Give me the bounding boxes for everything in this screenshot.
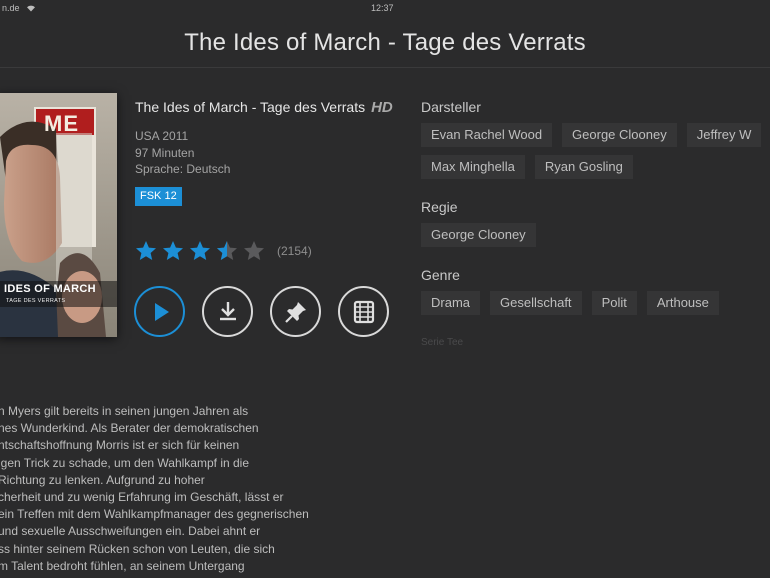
- description-line: und sexuelle Ausschweifungen ein. Dabei …: [0, 524, 261, 539]
- fsk-badge: FSK 12: [135, 186, 182, 206]
- movie-meta: USA 2011 97 Minuten Sprache: Deutsch: [135, 128, 395, 178]
- movie-title-text: The Ides of March - Tage des Verrats: [135, 99, 366, 115]
- poster-headline: IDES OF MARCH: [4, 283, 96, 295]
- director-chip[interactable]: George Clooney: [421, 223, 536, 247]
- movie-title: The Ides of March - Tage des Verrats HD: [135, 97, 395, 118]
- cast-label: Darsteller: [421, 99, 481, 115]
- play-button[interactable]: [134, 286, 185, 337]
- pin-button[interactable]: [270, 286, 321, 337]
- movie-info: The Ides of March - Tage des Verrats HD U…: [135, 97, 395, 206]
- cast-chip[interactable]: Ryan Gosling: [534, 155, 633, 179]
- muted-label: Serie Tee: [421, 337, 464, 348]
- description-line: Richtung zu lenken. Aufgrund zu hoher: [0, 472, 205, 487]
- description-line: ss hinter seinem Rücken schon von Leuten…: [0, 541, 275, 556]
- movie-poster[interactable]: IDES OF MARCH TAGE DES VERRATS ME: [0, 93, 117, 337]
- genre-chip[interactable]: Drama: [421, 291, 481, 315]
- film-icon: [353, 300, 374, 323]
- status-bar: n.de 12:37: [0, 0, 770, 18]
- carrier-label: n.de: [2, 3, 20, 13]
- cast-chips: Evan Rachel Wood George Clooney Jeffrey …: [421, 123, 770, 179]
- description-line: nes Wunderkind. Als Berater der demokrat…: [0, 421, 259, 436]
- country-year: USA 2011: [135, 129, 189, 143]
- download-icon: [219, 301, 236, 320]
- description-line: n Myers gilt bereits in seinen jungen Ja…: [0, 404, 249, 418]
- movie-description: n Myers gilt bereits in seinen jungen Ja…: [0, 403, 358, 575]
- duration: 97 Minuten: [135, 145, 195, 160]
- star-rating[interactable]: (2154): [134, 239, 312, 263]
- genre-chip[interactable]: Polit: [591, 291, 637, 315]
- description-line: igen Trick zu schade, um den Wahlkampf i…: [0, 455, 250, 470]
- description-line: ein Treffen mit dem Wahlkampfmanager des…: [0, 507, 309, 522]
- star-icon: [163, 241, 183, 260]
- genre-chips: Drama Gesellschaft Polit Arthouse: [421, 291, 770, 315]
- director-chips: George Clooney: [421, 223, 770, 247]
- description-line: cherheit und zu wenig Erfahrung im Gesch…: [0, 490, 284, 505]
- hd-badge: HD: [371, 99, 393, 116]
- trailer-button[interactable]: [338, 286, 389, 337]
- details-column: Darsteller Evan Rachel Wood George Cloon…: [421, 97, 770, 348]
- star-icon: [190, 241, 210, 260]
- cast-chip[interactable]: Jeffrey W: [686, 123, 762, 147]
- genre-section: Genre Drama Gesellschaft Polit Arthouse: [421, 265, 770, 315]
- star-icon: [136, 241, 156, 260]
- title-bar: The Ides of March - Tage des Verrats: [0, 18, 770, 68]
- cast-section: Darsteller Evan Rachel Wood George Cloon…: [421, 97, 770, 179]
- cast-chip[interactable]: Max Minghella: [421, 155, 525, 179]
- genre-label: Genre: [421, 267, 460, 283]
- empty-star-icon: [244, 241, 264, 260]
- download-button[interactable]: [202, 286, 253, 337]
- play-icon: [154, 302, 169, 321]
- rating-count: (2154): [277, 244, 312, 258]
- poster-magazine-letters: ME: [44, 111, 79, 136]
- status-time: 12:37: [371, 3, 394, 13]
- cast-chip[interactable]: Evan Rachel Wood: [421, 123, 553, 147]
- genre-chip[interactable]: Gesellschaft: [490, 291, 582, 315]
- half-star-icon: [217, 241, 237, 260]
- description-line: m Talent bedroht fühlen, an seinem Unter…: [0, 558, 245, 573]
- pin-icon: [284, 301, 306, 323]
- genre-chip[interactable]: Arthouse: [646, 291, 719, 315]
- director-section: Regie George Clooney: [421, 197, 770, 247]
- page-title: The Ides of March - Tage des Verrats: [184, 28, 586, 56]
- wifi-icon: [26, 5, 35, 12]
- director-label: Regie: [421, 199, 458, 215]
- cast-chip[interactable]: George Clooney: [562, 123, 677, 147]
- language: Sprache: Deutsch: [135, 162, 231, 176]
- poster-subline: TAGE DES VERRATS: [6, 298, 66, 304]
- action-buttons: [134, 286, 389, 337]
- status-left: n.de: [2, 3, 36, 13]
- description-line: ntschaftshoffnung Morris ist er sich für…: [0, 438, 240, 453]
